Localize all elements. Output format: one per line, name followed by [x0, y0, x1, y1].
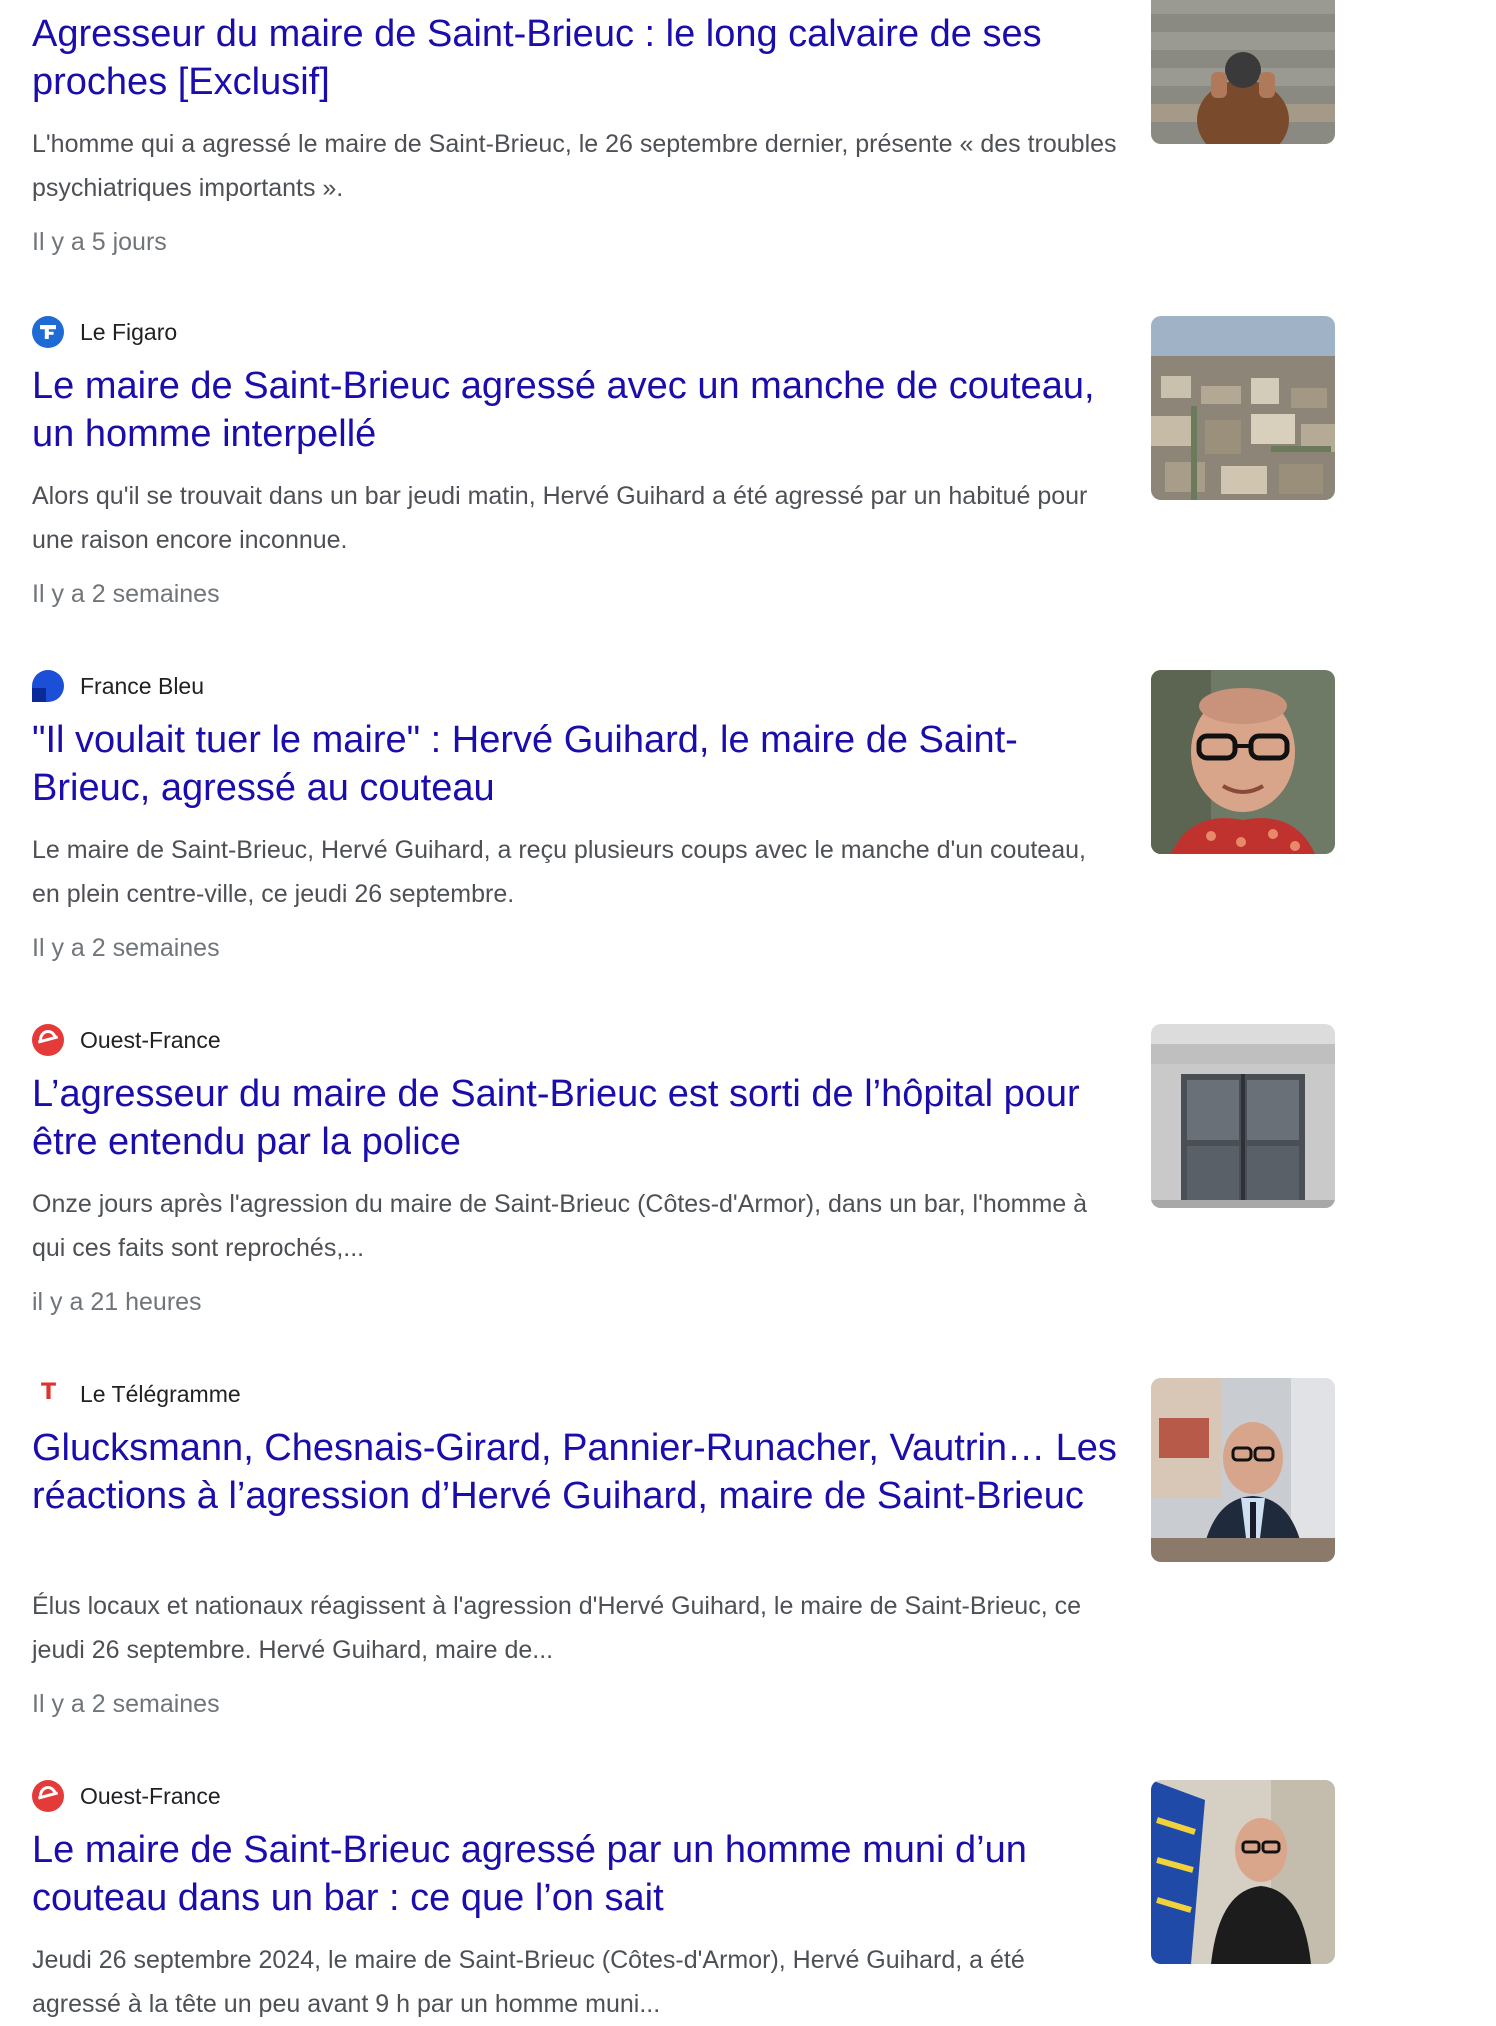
le-figaro-icon [32, 316, 64, 348]
france-bleu-icon [32, 670, 64, 702]
source-row: Le Télégramme [32, 1378, 241, 1410]
article-time: Il y a 2 semaines [32, 1690, 220, 1718]
article-thumbnail[interactable] [1151, 1378, 1335, 1562]
le-telegramme-icon [32, 1378, 64, 1410]
article-snippet: Onze jours après l'agression du maire de… [32, 1190, 1088, 1262]
source-name: Le Télégramme [80, 1380, 241, 1407]
article-time: Il y a 5 jours [32, 228, 167, 256]
source-name: Ouest-France [80, 1026, 221, 1053]
source-row: Ouest-France [32, 1780, 221, 1812]
article-title-link[interactable]: Le maire de Saint-Brieuc agressé avec un… [32, 362, 1117, 458]
article-thumbnail[interactable] [1151, 1024, 1335, 1208]
article-time: il y a 21 heures [32, 1288, 202, 1316]
source-name: Le Figaro [80, 318, 178, 345]
article-snippet: Le maire de Saint-Brieuc, Hervé Guihard,… [32, 836, 1086, 908]
source-row: Le Figaro [32, 316, 177, 348]
article-time: Il y a 2 semaines [32, 580, 220, 608]
source-row: France Bleu [32, 670, 204, 702]
article-snippet: L'homme qui a agressé le maire de Saint-… [32, 130, 1117, 202]
article-thumbnail[interactable] [1151, 316, 1335, 500]
article-thumbnail[interactable] [1151, 1780, 1335, 1964]
article-thumbnail[interactable] [1151, 0, 1335, 144]
article-title-link[interactable]: "Il voulait tuer le maire" : Hervé Guiha… [32, 716, 1117, 812]
article-title-link[interactable]: Le maire de Saint-Brieuc agressé par un … [32, 1826, 1117, 1922]
article-snippet: Élus locaux et nationaux réagissent à l'… [32, 1592, 1081, 1664]
article-snippet: Alors qu'il se trouvait dans un bar jeud… [32, 482, 1088, 554]
article-thumbnail[interactable] [1151, 670, 1335, 854]
ouest-france-icon [32, 1780, 64, 1812]
source-row: Ouest-France [32, 1024, 221, 1056]
article-title-link[interactable]: Glucksmann, Chesnais-Girard, Pannier-Run… [32, 1424, 1117, 1520]
article-time: Il y a 2 semaines [32, 934, 220, 962]
source-name: France Bleu [80, 672, 205, 699]
source-name: Ouest-France [80, 1782, 221, 1809]
ouest-france-icon [32, 1024, 64, 1056]
article-title-link[interactable]: Agresseur du maire de Saint-Brieuc : le … [32, 10, 1117, 106]
article-snippet: Jeudi 26 septembre 2024, le maire de Sai… [32, 1946, 1025, 2018]
article-title-link[interactable]: L’agresseur du maire de Saint-Brieuc est… [32, 1070, 1117, 1166]
